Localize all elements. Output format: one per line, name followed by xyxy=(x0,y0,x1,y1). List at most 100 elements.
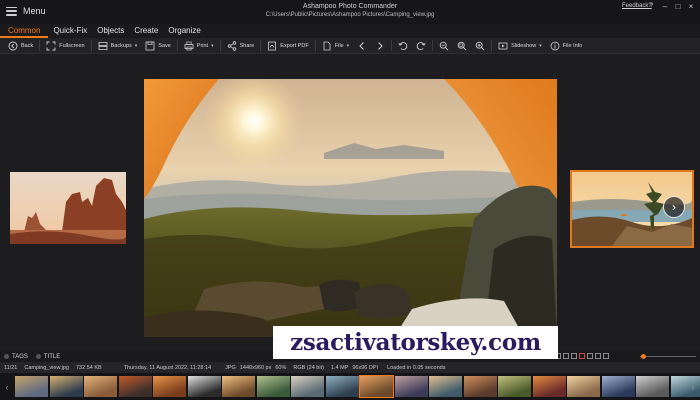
export-pdf-button[interactable]: Export PDF xyxy=(263,39,312,53)
fullscreen-label: Fullscreen xyxy=(59,42,85,49)
filmstrip-thumbnail[interactable] xyxy=(187,376,221,397)
filmstrip-prev-button[interactable]: ‹ xyxy=(2,373,12,400)
filmstrip-thumbnail[interactable] xyxy=(567,376,600,397)
minimize-icon[interactable]: – xyxy=(660,2,670,11)
split-view-icon[interactable] xyxy=(579,353,585,359)
share-label: Share xyxy=(239,42,255,49)
next-image-arrow[interactable]: › xyxy=(663,196,685,218)
filmstrip-thumbnail[interactable] xyxy=(49,376,83,397)
filmstrip-thumbnail[interactable] xyxy=(636,376,669,397)
print-label: Print xyxy=(196,42,209,49)
filmstrip-thumbnail[interactable] xyxy=(15,376,48,397)
tab-common[interactable]: Common xyxy=(0,24,49,38)
thumbnail-size-slider[interactable] xyxy=(640,356,696,357)
chevron-right-icon xyxy=(375,41,385,51)
printer-icon xyxy=(184,41,194,51)
file-info-button[interactable]: File Info xyxy=(546,39,587,53)
back-button[interactable]: Back xyxy=(4,39,37,53)
filmstrip-thumbnail[interactable] xyxy=(325,376,359,397)
toolbar-divider xyxy=(391,40,393,51)
status-filename: Camping_view.jpg xyxy=(24,364,69,371)
compare-view-icon[interactable] xyxy=(571,353,577,359)
zoom-in-button[interactable] xyxy=(471,39,489,53)
filmstrip-thumbnail[interactable] xyxy=(601,376,635,397)
next-image-button[interactable] xyxy=(371,39,389,53)
status-bar: 11/21 Camping_view.jpg 732.54 KB Thursda… xyxy=(0,362,700,373)
filmstrip-thumbnail[interactable] xyxy=(359,375,394,398)
share-button[interactable]: Share xyxy=(223,39,259,53)
rotate-right-button[interactable] xyxy=(412,39,430,53)
backups-button[interactable]: Backups ▾ xyxy=(94,39,142,53)
title-icon xyxy=(35,354,41,359)
toolbar-divider xyxy=(432,40,434,51)
chevron-down-icon: ▾ xyxy=(539,42,542,49)
toolbar-divider xyxy=(314,40,316,51)
status-date: Thursday, 11 August 2022, 11:28:14 xyxy=(123,364,212,371)
previous-image-button[interactable] xyxy=(353,39,371,53)
list-view-icon[interactable] xyxy=(563,353,569,359)
status-load-time: Loaded in 0.05 seconds xyxy=(387,364,446,371)
save-button[interactable]: Save xyxy=(141,39,175,53)
zoom-in-icon xyxy=(475,41,485,51)
filmstrip-thumbnail[interactable] xyxy=(463,376,497,397)
save-icon xyxy=(145,41,155,51)
export-pdf-label: Export PDF xyxy=(280,42,309,49)
file-button[interactable]: File ▾ xyxy=(318,39,353,53)
thumbnail-size-slider-handle[interactable] xyxy=(641,354,646,359)
filmstrip: ‹ › xyxy=(0,373,700,400)
title-label: TITLE xyxy=(43,353,61,360)
toolbar-divider xyxy=(219,40,221,51)
fullscreen-button[interactable]: Fullscreen xyxy=(42,39,88,53)
toolbar-divider xyxy=(39,40,41,51)
file-info-label: File Info xyxy=(562,42,583,49)
view-mode-icons xyxy=(555,353,609,359)
filmstrip-thumbnail[interactable] xyxy=(498,376,531,397)
close-icon[interactable]: × xyxy=(686,2,696,11)
filmstrip-thumbnail[interactable] xyxy=(429,376,462,397)
previous-image-preview[interactable] xyxy=(10,172,126,244)
maximize-icon[interactable]: □ xyxy=(673,2,683,11)
print-button[interactable]: Print ▾ xyxy=(180,39,218,53)
toolbar-divider xyxy=(491,40,493,51)
filmstrip-view-icon[interactable] xyxy=(587,353,593,359)
chevron-down-icon: ▾ xyxy=(346,42,350,49)
file-label: File xyxy=(334,42,344,49)
toolbar: Back Fullscreen Backups ▾ Save Print ▾ S… xyxy=(0,38,700,54)
chevron-down-icon: ▾ xyxy=(211,42,214,49)
info-icon xyxy=(550,41,560,51)
filmstrip-next-button[interactable]: › xyxy=(688,373,698,400)
tab-create[interactable]: Create xyxy=(129,24,163,38)
help-button[interactable]: ? xyxy=(650,3,653,9)
tags-toggle[interactable]: TAGS xyxy=(4,354,28,360)
title-toggle[interactable]: TITLE xyxy=(35,353,61,360)
filmstrip-thumbnail[interactable] xyxy=(84,376,117,397)
monitor-view-icon[interactable] xyxy=(603,353,609,359)
file-path: C:\Users\Public\Pictures\Ashampoo Pictur… xyxy=(265,12,435,18)
status-dimensions: 1440x960 px xyxy=(239,364,272,371)
status-color: RGB (24 bit) xyxy=(293,364,324,371)
zoom-out-button[interactable] xyxy=(435,39,453,53)
filmstrip-thumbnail[interactable] xyxy=(256,376,290,397)
filmstrip-thumbnail[interactable] xyxy=(153,376,186,397)
watermark: zsactivatorskey.com xyxy=(273,326,558,359)
filmstrip-thumbnail[interactable] xyxy=(222,376,255,397)
filmstrip-thumbnail[interactable] xyxy=(532,376,566,397)
main-photo[interactable] xyxy=(144,79,557,337)
fullscreen-view-icon[interactable] xyxy=(595,353,601,359)
tab-objects[interactable]: Objects xyxy=(92,24,129,38)
save-label: Save xyxy=(158,42,171,49)
file-icon xyxy=(322,41,332,51)
filmstrip-thumbnail[interactable] xyxy=(118,376,152,397)
tab-organize[interactable]: Organize xyxy=(163,24,205,38)
filmstrip-thumbnail[interactable] xyxy=(291,376,324,397)
filmstrip-thumbnail[interactable] xyxy=(394,376,428,397)
backups-icon xyxy=(98,41,108,51)
rotate-left-button[interactable] xyxy=(394,39,412,53)
feedback-link[interactable]: Feedback? xyxy=(622,3,652,9)
tab-quick-fix[interactable]: Quick-Fix xyxy=(48,24,92,38)
zoom-fit-button[interactable] xyxy=(453,39,471,53)
slideshow-button[interactable]: Slideshow ▾ xyxy=(494,39,546,53)
status-megapixels: 1.4 MP xyxy=(330,364,349,371)
slideshow-icon xyxy=(498,41,508,51)
status-format: JPG xyxy=(225,364,236,371)
